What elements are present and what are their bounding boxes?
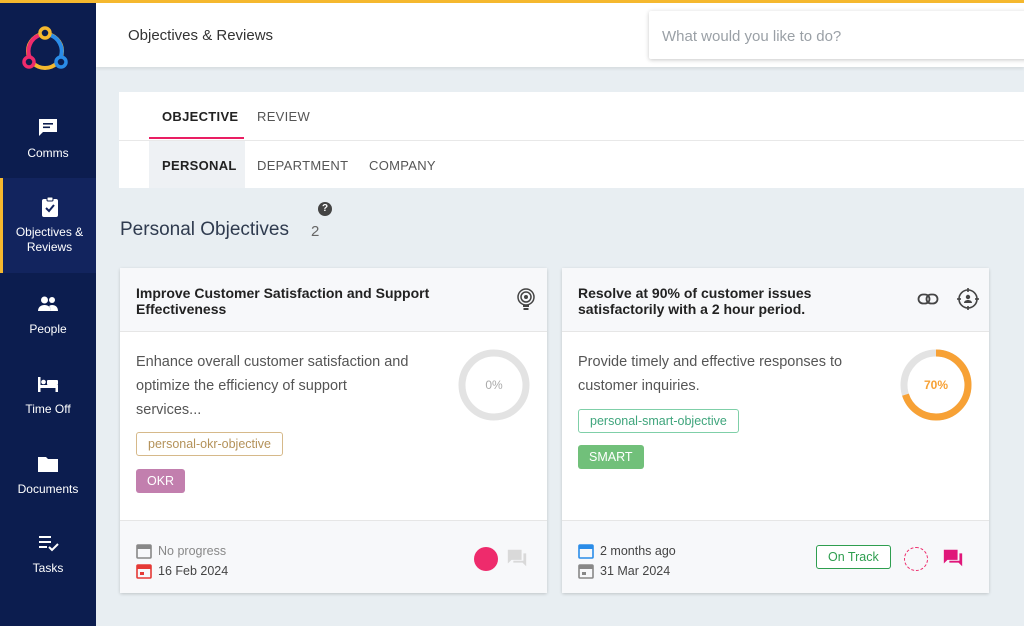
clipboard-check-icon (41, 196, 58, 217)
tabs-panel: OBJECTIVE REVIEW PERSONAL DEPARTMENT COM… (119, 92, 1024, 188)
status-badge[interactable]: On Track (816, 545, 891, 569)
card-footer: 2 months ago 31 Mar 2024 On Track (562, 520, 989, 593)
sidebar-item-objectives[interactable]: Objectives & Reviews (0, 178, 96, 273)
objective-description: Enhance overall customer satisfaction an… (136, 354, 409, 418)
progress-ring: 0% (458, 349, 530, 421)
due-date-text: 31 Mar 2024 (600, 564, 671, 578)
calendar-update-icon (578, 544, 594, 559)
link-icon[interactable] (917, 291, 939, 307)
sidebar-item-label: Objectives & Reviews (15, 225, 84, 254)
active-tab-indicator (149, 137, 244, 139)
search-placeholder: What would you like to do? (662, 28, 842, 45)
people-icon (38, 296, 58, 311)
last-updated: 2 months ago (578, 543, 676, 559)
sidebar-item-comms[interactable]: Comms (0, 116, 96, 161)
comments-icon[interactable] (942, 547, 964, 569)
tab-objective[interactable]: OBJECTIVE (162, 109, 238, 124)
sidebar-item-tasks[interactable]: Tasks (0, 531, 96, 576)
sidebar-item-people[interactable]: People (0, 292, 96, 337)
sidebar-item-documents[interactable]: Documents (0, 452, 96, 497)
objective-title[interactable]: Resolve at 90% of customer issues satisf… (578, 285, 898, 317)
tab-divider (119, 140, 1024, 141)
sidebar-item-label: Time Off (25, 402, 71, 416)
progress-ring: 70% (900, 349, 972, 421)
progress-status: No progress (136, 543, 226, 559)
due-date: 16 Feb 2024 (136, 563, 228, 579)
top-header: Objectives & Reviews What would you like… (96, 3, 1024, 67)
progress-status-text: No progress (158, 544, 227, 558)
subtab-personal[interactable]: PERSONAL (162, 158, 237, 173)
sidebar-item-label: Documents (17, 482, 79, 496)
chat-icon (39, 119, 57, 136)
due-date-text: 16 Feb 2024 (158, 564, 229, 578)
last-updated-text: 2 months ago (600, 544, 676, 558)
subtab-company[interactable]: COMPANY (369, 158, 436, 173)
objective-card[interactable]: Resolve at 90% of customer issues satisf… (562, 268, 989, 593)
target-people-icon (957, 288, 979, 310)
due-date: 31 Mar 2024 (578, 563, 670, 579)
lightbulb-target-icon (517, 288, 535, 310)
objective-tag[interactable]: personal-okr-objective (136, 432, 283, 456)
objective-type-badge: OKR (136, 469, 186, 493)
objective-count: 2 (311, 223, 320, 240)
search-input[interactable]: What would you like to do? (649, 11, 1024, 59)
sidebar: Comms Objectives & Reviews People Time O… (0, 0, 96, 626)
objective-type-badge: SMART (578, 445, 644, 469)
tab-review[interactable]: REVIEW (257, 109, 310, 124)
comments-icon[interactable] (506, 547, 528, 569)
app-logo[interactable] (16, 20, 74, 78)
card-header: Resolve at 90% of customer issues satisf… (562, 268, 989, 332)
top-accent-line (0, 0, 1024, 3)
status-dot[interactable] (474, 547, 498, 571)
progress-label: 70% (924, 378, 948, 392)
checklist-icon (39, 536, 59, 552)
status-dot[interactable] (904, 547, 928, 571)
calendar-icon (578, 564, 594, 579)
subtab-department[interactable]: DEPARTMENT (257, 158, 348, 173)
sidebar-item-time-off[interactable]: Time Off (0, 372, 96, 417)
section-title: Personal Objectives (120, 219, 289, 240)
folder-icon (38, 457, 58, 472)
calendar-due-icon (136, 564, 152, 579)
help-icon[interactable]: ? (318, 202, 332, 216)
sidebar-item-label: People (29, 322, 67, 336)
calendar-icon (136, 544, 152, 559)
sidebar-item-label: Comms (27, 146, 69, 160)
objective-description: Provide timely and effective responses t… (578, 354, 843, 394)
objective-title[interactable]: Improve Customer Satisfaction and Suppor… (136, 285, 486, 317)
page-title: Objectives & Reviews (128, 27, 274, 44)
card-footer: No progress 16 Feb 2024 (120, 520, 547, 593)
objective-tag[interactable]: personal-smart-objective (578, 409, 739, 433)
progress-label: 0% (485, 378, 503, 392)
bed-icon (38, 377, 58, 392)
objective-card[interactable]: Improve Customer Satisfaction and Suppor… (120, 268, 547, 593)
card-header: Improve Customer Satisfaction and Suppor… (120, 268, 547, 332)
sidebar-item-label: Tasks (32, 561, 64, 575)
